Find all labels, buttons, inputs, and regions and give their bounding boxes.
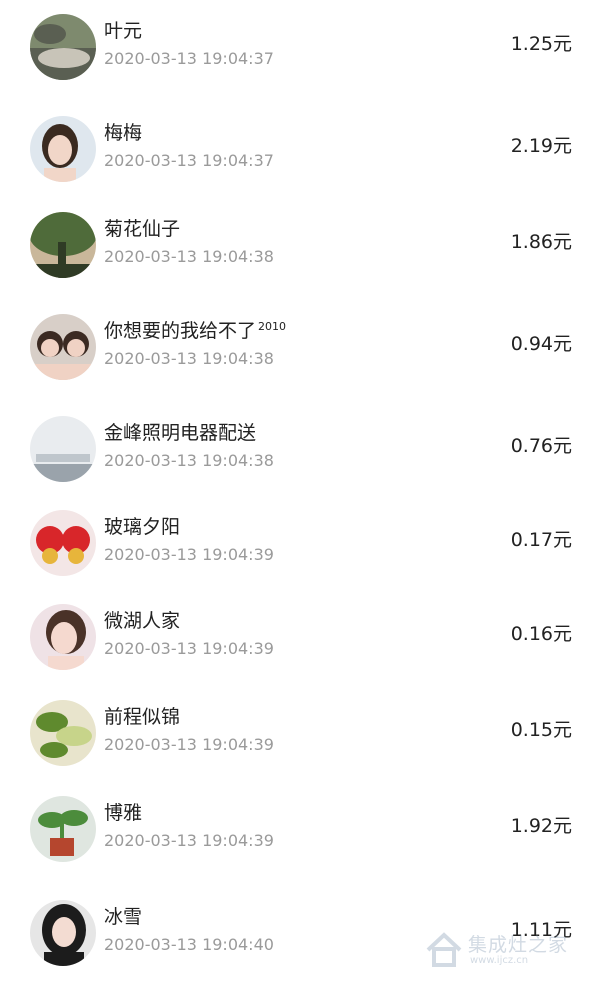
sender-name: 微湖人家 <box>104 610 181 632</box>
timestamp: 2020-03-13 19:04:40 <box>104 935 274 954</box>
list-item[interactable]: 叶元 2020-03-13 19:04:37 1.25元 <box>0 14 600 110</box>
amount: 0.76元 <box>510 435 572 457</box>
avatar[interactable] <box>30 14 96 80</box>
avatar[interactable] <box>30 314 96 380</box>
list-item[interactable]: 博雅 2020-03-13 19:04:39 1.92元 <box>0 796 600 892</box>
office-wall-photo-icon <box>30 416 96 482</box>
sender-name: 菊花仙子 <box>104 218 181 240</box>
list-item[interactable]: 梅梅 2020-03-13 19:04:37 2.19元 <box>0 116 600 212</box>
timestamp: 2020-03-13 19:04:39 <box>104 639 274 658</box>
sender-name: 梅梅 <box>104 122 143 144</box>
list-item[interactable]: 你想要的我给不了 2010 2020-03-13 19:04:38 0.94元 <box>0 314 600 410</box>
avatar[interactable] <box>30 900 96 966</box>
potted-plant-photo-icon <box>30 796 96 862</box>
house-logo-icon <box>426 932 462 967</box>
watermark-url: www.ijcz.cn <box>470 955 529 966</box>
woman-portrait-photo-icon <box>30 604 96 670</box>
timestamp: 2020-03-13 19:04:39 <box>104 831 274 850</box>
timestamp: 2020-03-13 19:04:38 <box>104 247 274 266</box>
list-item[interactable]: 前程似锦 2020-03-13 19:04:39 0.15元 <box>0 700 600 796</box>
green-plant-photo-icon <box>30 700 96 766</box>
amount: 2.19元 <box>510 135 572 157</box>
amount: 1.86元 <box>510 231 572 253</box>
timestamp: 2020-03-13 19:04:39 <box>104 545 274 564</box>
avatar[interactable] <box>30 416 96 482</box>
tree-garden-photo-icon <box>30 212 96 278</box>
sender-name: 冰雪 <box>104 906 143 928</box>
timestamp: 2020-03-13 19:04:39 <box>104 735 274 754</box>
timestamp: 2020-03-13 19:04:37 <box>104 49 274 68</box>
watermark-text: 集成灶之家 <box>468 934 569 956</box>
list-item[interactable]: 金峰照明电器配送 2020-03-13 19:04:38 0.76元 <box>0 416 600 512</box>
amount: 1.25元 <box>510 33 572 55</box>
sender-name: 你想要的我给不了 2010 <box>104 320 287 342</box>
sender-name: 前程似锦 <box>104 706 181 728</box>
avatar[interactable] <box>30 116 96 182</box>
timestamp: 2020-03-13 19:04:37 <box>104 151 274 170</box>
avatar[interactable] <box>30 510 96 576</box>
list-item[interactable]: 菊花仙子 2020-03-13 19:04:38 1.86元 <box>0 212 600 308</box>
amount: 0.16元 <box>510 623 572 645</box>
sender-name: 叶元 <box>104 20 143 42</box>
woman-black-hair-photo-icon <box>30 900 96 966</box>
sender-name: 博雅 <box>104 802 143 824</box>
amount: 0.17元 <box>510 529 572 551</box>
avatar[interactable] <box>30 212 96 278</box>
amount: 1.92元 <box>510 815 572 837</box>
list-item[interactable]: 微湖人家 2020-03-13 19:04:39 0.16元 <box>0 604 600 700</box>
watermark: 集成灶之家 www.ijcz.cn <box>424 928 584 976</box>
avatar[interactable] <box>30 604 96 670</box>
two-children-photo-icon <box>30 314 96 380</box>
red-festival-decor-photo-icon <box>30 510 96 576</box>
landscape-rock-photo-icon <box>30 14 96 80</box>
girl-portrait-photo-icon <box>30 116 96 182</box>
avatar[interactable] <box>30 796 96 862</box>
avatar[interactable] <box>30 700 96 766</box>
amount: 0.15元 <box>510 719 572 741</box>
timestamp: 2020-03-13 19:04:38 <box>104 451 274 470</box>
timestamp: 2020-03-13 19:04:38 <box>104 349 274 368</box>
sender-name: 玻璃夕阳 <box>104 516 181 538</box>
sender-name: 金峰照明电器配送 <box>104 422 257 444</box>
list-item[interactable]: 玻璃夕阳 2020-03-13 19:04:39 0.17元 <box>0 510 600 606</box>
amount: 0.94元 <box>510 333 572 355</box>
